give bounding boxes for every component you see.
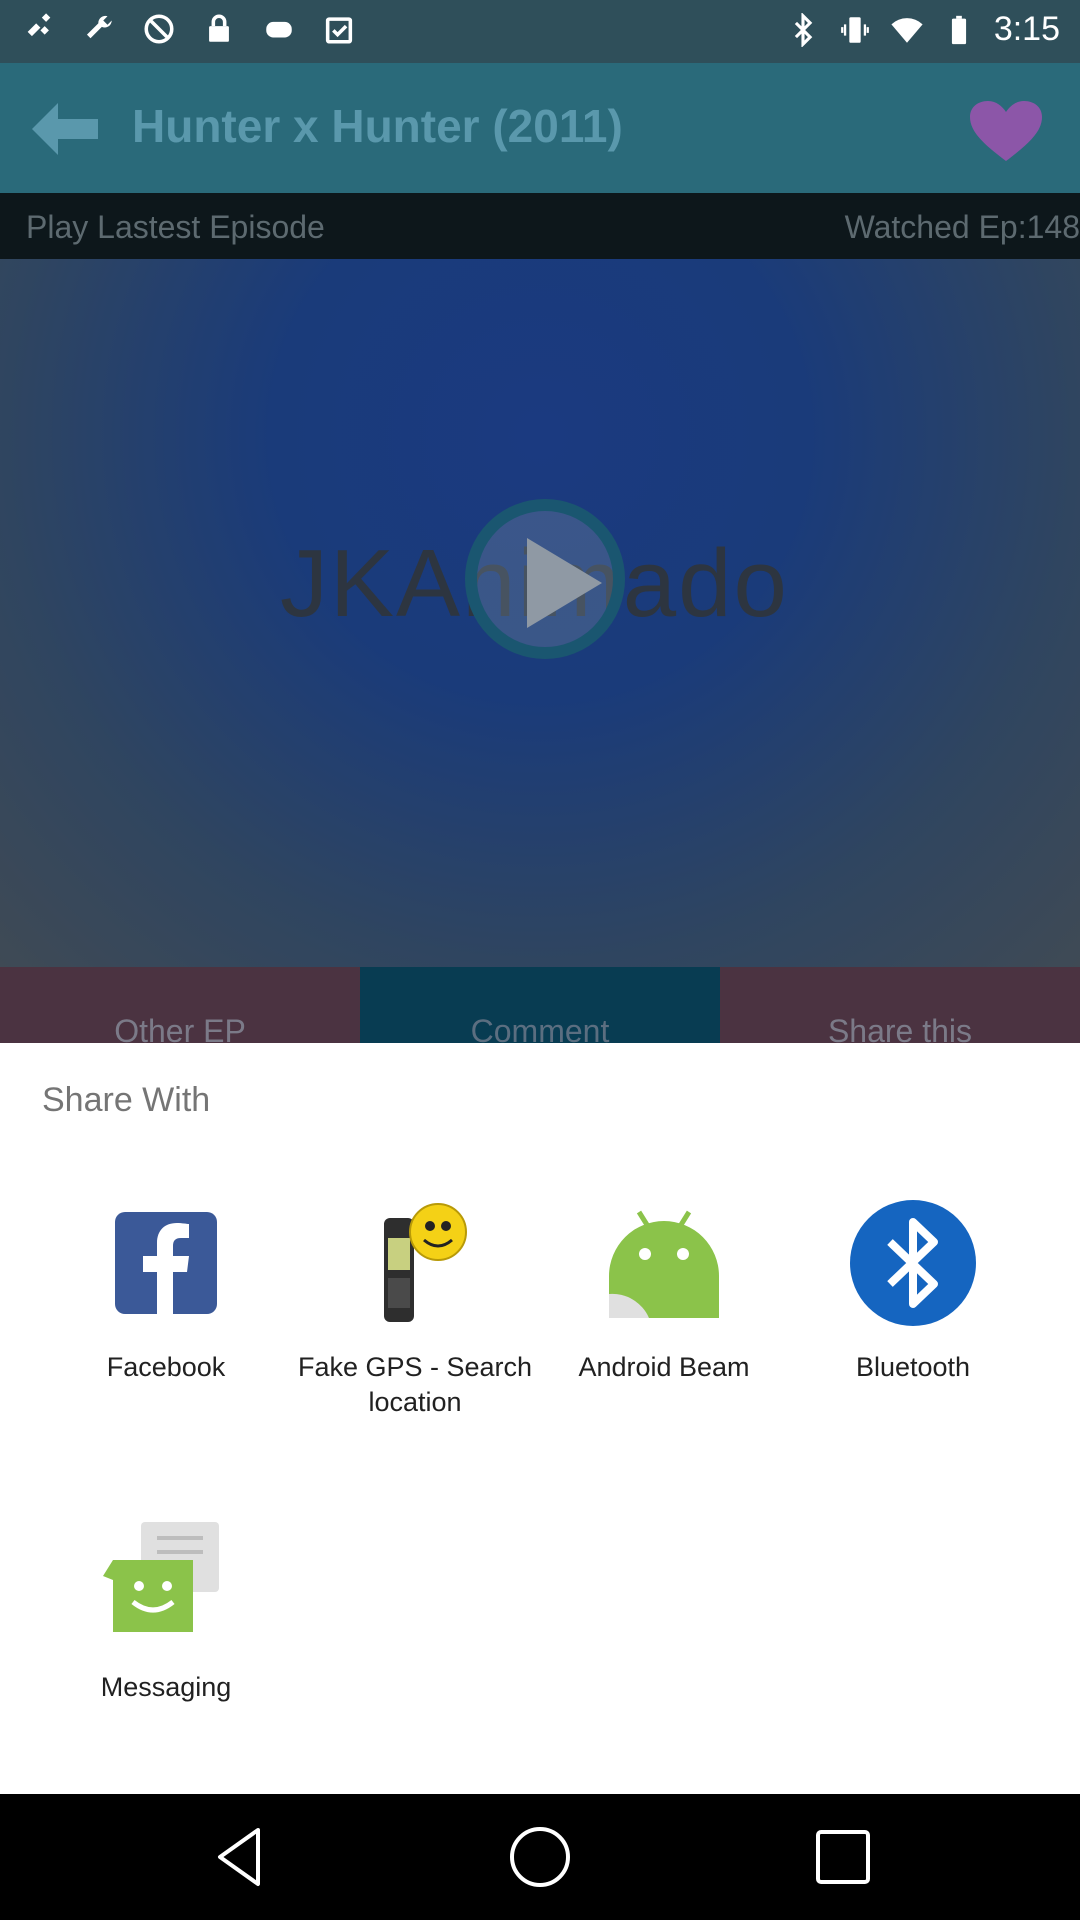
- system-icons: 3:15: [786, 10, 1060, 49]
- play-icon: [527, 538, 602, 628]
- episode-bar: Play Lastest Episode Watched Ep:148: [0, 193, 1080, 259]
- block-icon: [144, 14, 174, 44]
- play-button[interactable]: [465, 499, 625, 659]
- vibrate-icon: [840, 16, 869, 43]
- share-app-fake-gps[interactable]: Fake GPS - Search location: [290, 1198, 540, 1420]
- bluetooth-icon: [794, 12, 813, 47]
- game-icon: [266, 21, 292, 38]
- navigation-bar: [0, 1794, 1080, 1920]
- clock: 3:15: [993, 10, 1060, 48]
- tab-share-this[interactable]: Share this: [720, 967, 1080, 1049]
- share-app-label: Messaging: [100, 1672, 232, 1702]
- facebook-icon: [115, 1212, 217, 1314]
- android-icon: [609, 1210, 719, 1318]
- home-circle-icon[interactable]: [507, 1824, 573, 1890]
- share-app-bluetooth[interactable]: Bluetooth: [788, 1198, 1038, 1385]
- app-bar: Hunter x Hunter (2011): [0, 63, 1080, 193]
- share-app-android-beam[interactable]: Android Beam: [539, 1198, 789, 1385]
- heart-icon[interactable]: [968, 99, 1044, 163]
- tab-comment[interactable]: Comment: [360, 967, 720, 1049]
- wifi-icon: [891, 17, 923, 43]
- video-player[interactable]: JKAnimado: [0, 259, 1080, 967]
- satellite-icon: [27, 13, 51, 37]
- status-bar: 3:15: [0, 0, 1080, 63]
- page-title: Hunter x Hunter (2011): [132, 100, 623, 152]
- messaging-icon: [103, 1522, 219, 1632]
- share-app-label: Android Beam: [578, 1352, 750, 1382]
- share-app-messaging[interactable]: Messaging: [41, 1518, 291, 1705]
- share-sheet: Share With Facebook Fake GPS - Search lo…: [0, 1043, 1080, 1794]
- back-arrow-icon[interactable]: [30, 101, 100, 157]
- recents-square-icon[interactable]: [810, 1824, 876, 1890]
- tab-other-ep[interactable]: Other EP: [0, 967, 360, 1049]
- clipboard-icon: [325, 17, 353, 44]
- gps-icon: [384, 1203, 467, 1322]
- bluetooth-icon: [850, 1200, 976, 1326]
- play-latest-episode-button[interactable]: Play Lastest Episode: [26, 209, 325, 246]
- share-sheet-title: Share With: [42, 1081, 211, 1119]
- back-triangle-icon[interactable]: [208, 1824, 274, 1890]
- tab-bar: Other EP Comment Share this: [0, 967, 1080, 1049]
- share-app-label: Bluetooth: [855, 1352, 971, 1382]
- lock-icon: [209, 14, 229, 42]
- notification-icons: [22, 12, 356, 46]
- watched-episode-label: Watched Ep:148: [844, 209, 1080, 245]
- share-app-label: Facebook: [106, 1352, 226, 1382]
- share-app-facebook[interactable]: Facebook: [41, 1198, 291, 1385]
- share-app-label: Fake GPS - Search location: [297, 1352, 533, 1417]
- wrench-icon: [86, 15, 112, 39]
- battery-icon: [951, 15, 966, 44]
